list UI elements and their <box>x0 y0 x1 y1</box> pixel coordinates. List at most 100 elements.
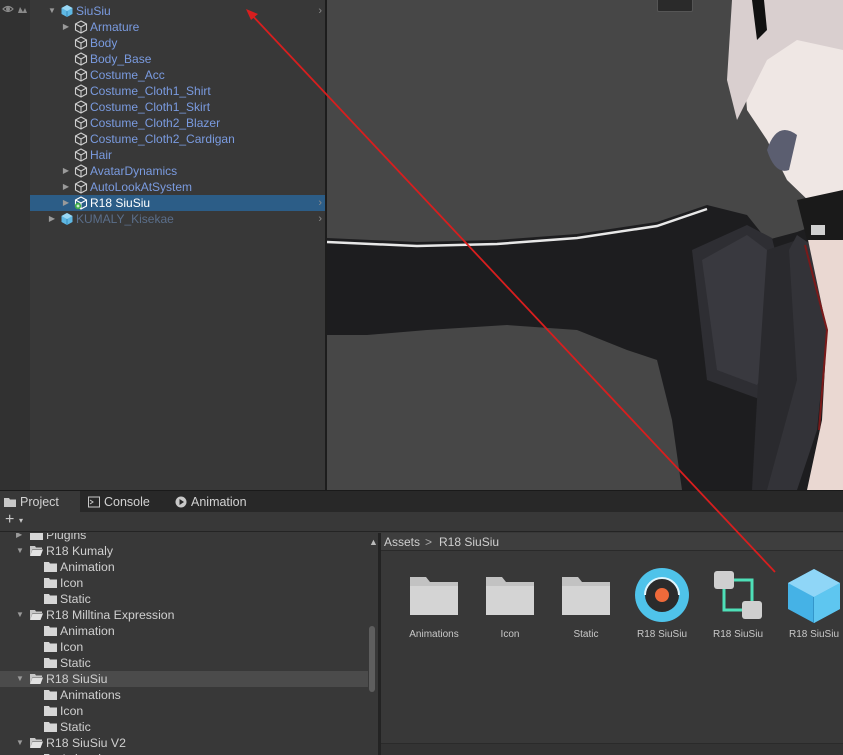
hierarchy-gutter <box>0 0 30 490</box>
chevron-down-icon[interactable]: ▾ <box>19 516 23 525</box>
hierarchy-row-label: Body <box>90 36 118 50</box>
open-folder-icon <box>30 610 43 620</box>
folder-tree-item[interactable]: Icon <box>0 575 368 591</box>
asset-tile[interactable]: Animations <box>393 567 467 647</box>
asset-label: Icon <box>500 629 520 640</box>
hierarchy-row[interactable]: Hair <box>30 147 326 163</box>
hierarchy-row-label: KUMALY_Kisekae <box>76 212 174 226</box>
folder-tree-label: Icon <box>60 704 84 718</box>
gameobject-icon <box>74 84 88 98</box>
asset-grid-footer <box>381 743 843 755</box>
folder-tree-item[interactable]: ▼ R18 SiuSiu V2 <box>0 735 368 751</box>
folder-icon <box>562 577 610 615</box>
tab-animation[interactable]: Animation <box>171 491 261 513</box>
collapse-arrow-icon[interactable]: ▶ <box>61 179 71 195</box>
folder-tree-item[interactable]: ▼ R18 Milltina Expression <box>0 607 368 623</box>
prefab-added-icon <box>74 196 88 210</box>
collapse-arrow-icon[interactable]: ▶ <box>16 533 22 543</box>
hierarchy-row-label: R18 SiuSiu <box>90 196 151 210</box>
hierarchy-row[interactable]: Body_Base <box>30 51 326 67</box>
folder-tree-item[interactable]: ▼ R18 Kumaly <box>0 543 368 559</box>
folder-icon <box>4 498 16 507</box>
folder-tree-item[interactable]: ▶ Plugins <box>0 533 368 543</box>
collapse-arrow-icon[interactable]: ▶ <box>61 163 71 179</box>
visibility-icon[interactable] <box>2 3 30 15</box>
folder-tree-label: Animation <box>60 751 115 755</box>
asset-label: Animations <box>409 629 459 640</box>
folder-tree-item[interactable]: Animations <box>0 687 368 703</box>
open-folder-icon <box>30 546 43 556</box>
folder-tree-label: Animation <box>60 624 115 638</box>
hierarchy-row[interactable]: Costume_Cloth2_Blazer <box>30 115 326 131</box>
asset-tile[interactable]: R18 SiuSiu <box>773 567 843 647</box>
hierarchy-row-label: AutoLookAtSystem <box>90 180 193 194</box>
folder-tree-label: Icon <box>60 640 84 654</box>
expand-arrow-icon[interactable]: ▼ <box>16 543 24 559</box>
folder-icon <box>44 658 57 668</box>
hierarchy-row[interactable]: ▶ AvatarDynamics <box>30 163 326 179</box>
folder-icon <box>44 642 57 652</box>
expand-arrow-icon[interactable]: ▼ <box>16 607 24 623</box>
collapse-arrow-icon[interactable]: ▲ <box>369 533 378 551</box>
folder-tree-item[interactable]: ▼ R18 SiuSiu <box>0 671 368 687</box>
folder-tree-label: R18 SiuSiu <box>46 672 108 686</box>
asset-label: R18 SiuSiu <box>788 629 840 640</box>
asset-tile[interactable]: Icon <box>469 567 543 647</box>
expand-arrow-icon[interactable]: ▼ <box>16 671 24 687</box>
folder-tree-item[interactable]: Static <box>0 719 368 735</box>
hierarchy-row[interactable]: Costume_Cloth1_Shirt <box>30 83 326 99</box>
create-add-button[interactable]: + <box>5 511 14 529</box>
tab-label: Animation <box>191 495 247 509</box>
folder-tree-item[interactable]: Animation <box>0 559 368 575</box>
folder-tree-label: Animations <box>60 688 121 702</box>
breadcrumb-assets[interactable]: Assets <box>384 533 420 551</box>
gameobject-icon <box>74 52 88 66</box>
chevron-right-icon[interactable]: › <box>318 3 322 19</box>
prefab-cube-icon <box>788 569 840 623</box>
hierarchy-row[interactable]: Costume_Acc <box>30 67 326 83</box>
project-asset-grid: ▲ Assets > R18 SiuSiu Animations Icon Stat… <box>369 533 843 755</box>
collapse-arrow-icon[interactable]: ▶ <box>47 211 57 227</box>
folder-tree-item[interactable]: Icon <box>0 703 368 719</box>
expand-arrow-icon[interactable]: ▼ <box>47 3 57 19</box>
folder-icon <box>486 577 534 615</box>
asset-tile[interactable]: R18 SiuSiu <box>621 567 695 647</box>
breadcrumb-current[interactable]: R18 SiuSiu <box>439 533 499 551</box>
hierarchy-row-label: Body_Base <box>90 52 152 66</box>
folder-tree-item[interactable]: Static <box>0 655 368 671</box>
chevron-right-icon[interactable]: › <box>318 195 322 211</box>
tab-console[interactable]: Console <box>84 491 164 513</box>
asset-tile[interactable]: R18 SiuSiu <box>697 567 771 647</box>
folder-icon <box>44 722 57 732</box>
hierarchy-row[interactable]: Costume_Cloth1_Skirt <box>30 99 326 115</box>
hierarchy-row[interactable]: ▶ KUMALY_Kisekae › <box>30 211 326 227</box>
hierarchy-row[interactable]: ▶ R18 SiuSiu › <box>30 195 326 211</box>
gameobject-icon <box>74 180 88 194</box>
gameobject-icon <box>74 100 88 114</box>
folder-tree-item[interactable]: Icon <box>0 639 368 655</box>
hierarchy-row[interactable]: Costume_Cloth2_Cardigan <box>30 131 326 147</box>
hierarchy-row[interactable]: ▶ AutoLookAtSystem <box>30 179 326 195</box>
gameobject-icon <box>74 20 88 34</box>
folder-icon <box>44 626 57 636</box>
asset-label: R18 SiuSiu <box>712 629 764 640</box>
hierarchy-row[interactable]: ▶ Armature <box>30 19 326 35</box>
hierarchy-row[interactable]: Body <box>30 35 326 51</box>
collapse-arrow-icon[interactable]: ▶ <box>61 195 71 211</box>
expand-arrow-icon[interactable]: ▼ <box>16 735 24 751</box>
folder-tree-item[interactable]: Static <box>0 591 368 607</box>
scene-view[interactable] <box>327 0 843 490</box>
scene-toggle-button[interactable] <box>657 0 693 12</box>
folder-tree-item[interactable]: Animation <box>0 623 368 639</box>
folder-tree-item[interactable]: Animation <box>0 751 368 755</box>
gameobject-icon <box>74 116 88 130</box>
hierarchy-row-label: Costume_Cloth1_Skirt <box>90 100 211 114</box>
chevron-right-icon[interactable]: › <box>318 211 322 227</box>
asset-tile[interactable]: Static <box>545 567 619 647</box>
tab-label: Console <box>104 495 150 509</box>
collapse-arrow-icon[interactable]: ▶ <box>61 19 71 35</box>
hierarchy-row[interactable]: ▼ SiuSiu › <box>30 3 326 19</box>
tree-scrollbar[interactable] <box>369 626 375 692</box>
tab-project[interactable]: Project <box>0 491 80 513</box>
project-toolbar: + ▾ <box>0 511 843 532</box>
